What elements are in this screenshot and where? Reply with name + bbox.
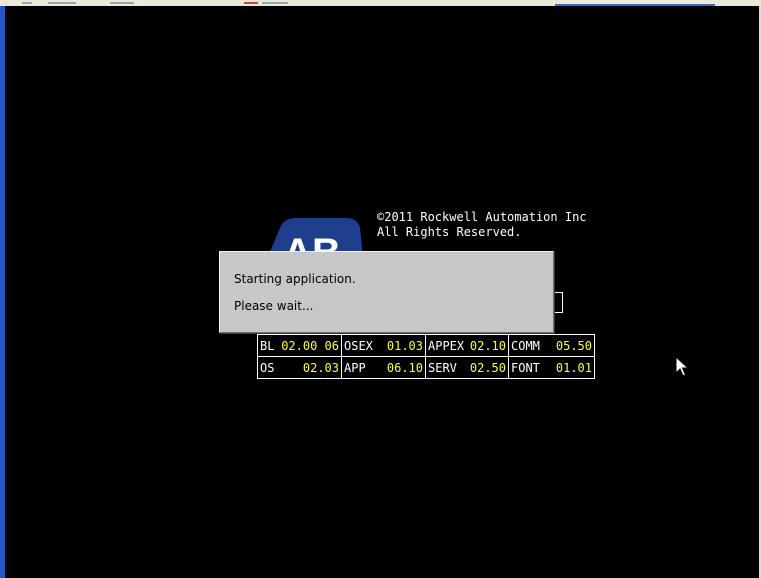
copyright-text: ©2011 Rockwell Automation Inc All Rights … bbox=[377, 210, 587, 240]
terminal-screen[interactable]: AB ©2011 Rockwell Automation Inc All Righ… bbox=[5, 6, 759, 578]
version-value: 01.01 bbox=[555, 360, 592, 375]
table-row: BL 02.00 06 OSEX 01.03 APPEX 02.10 COMM … bbox=[257, 334, 595, 357]
firmware-version-table: BL 02.00 06 OSEX 01.03 APPEX 02.10 COMM … bbox=[257, 334, 595, 379]
version-label: OS bbox=[260, 360, 275, 375]
version-label: OSEX bbox=[344, 338, 373, 353]
copyright-line-2: All Rights Reserved. bbox=[377, 225, 522, 239]
terminal-window: AB ©2011 Rockwell Automation Inc All Righ… bbox=[0, 0, 761, 578]
version-cell-app: APP 06.10 bbox=[341, 356, 426, 379]
version-value: 01.03 bbox=[386, 338, 423, 353]
dialog-wait-text: Please wait... bbox=[234, 299, 314, 313]
version-value: 02.03 bbox=[302, 360, 339, 375]
mouse-pointer-icon bbox=[675, 356, 689, 377]
version-cell-bl: BL 02.00 06 bbox=[257, 334, 342, 357]
version-cell-comm: COMM 05.50 bbox=[508, 334, 595, 357]
version-label: FONT bbox=[511, 360, 540, 375]
version-label: APP bbox=[344, 360, 366, 375]
version-label: COMM bbox=[511, 338, 540, 353]
dialog-status-text: Starting application. bbox=[234, 272, 356, 286]
starting-application-dialog: Starting application. Please wait... bbox=[219, 251, 554, 333]
version-value: 02.10 bbox=[469, 338, 506, 353]
version-label: APPEX bbox=[428, 338, 465, 353]
table-row: OS 02.03 APP 06.10 SERV 02.50 FONT 01.01 bbox=[257, 356, 595, 379]
version-cell-osex: OSEX 01.03 bbox=[341, 334, 426, 357]
version-value: 02.00 06 bbox=[281, 338, 339, 353]
version-value: 06.10 bbox=[386, 360, 423, 375]
version-value: 02.50 bbox=[469, 360, 506, 375]
version-label: SERV bbox=[428, 360, 457, 375]
version-cell-font: FONT 01.01 bbox=[508, 356, 595, 379]
version-cell-serv: SERV 02.50 bbox=[425, 356, 509, 379]
version-cell-os: OS 02.03 bbox=[257, 356, 342, 379]
version-cell-appex: APPEX 02.10 bbox=[425, 334, 509, 357]
version-label: BL bbox=[260, 338, 275, 353]
copyright-line-1: ©2011 Rockwell Automation Inc bbox=[377, 210, 587, 224]
version-value: 05.50 bbox=[555, 338, 592, 353]
